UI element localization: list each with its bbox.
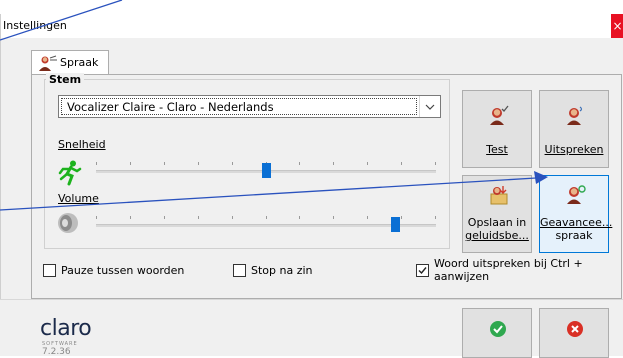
slider-tick — [96, 216, 97, 219]
voice-select-value: Vocalizer Claire - Claro - Nederlands — [67, 100, 274, 114]
slider-tick — [401, 216, 402, 219]
desktop-background-strip — [0, 0, 623, 14]
tab-spraak[interactable]: Spraak — [31, 50, 109, 75]
volume-slider-track — [96, 224, 436, 227]
speak-word-label-line1: Woord uitspreken bij Ctrl + — [434, 257, 583, 270]
speak-word-label-line2: aanwijzen — [434, 270, 490, 283]
red-cross-icon — [566, 320, 584, 341]
ok-button[interactable] — [462, 308, 532, 358]
slider-tick — [367, 162, 368, 165]
person-check-icon — [488, 105, 510, 130]
volume-slider-thumb[interactable] — [391, 217, 400, 232]
close-button[interactable]: × — [611, 14, 623, 38]
slider-tick — [367, 216, 368, 219]
tab-label: Spraak — [60, 56, 99, 69]
speed-label: Snelheid — [58, 138, 106, 151]
stop-after-sentence-checkbox[interactable] — [233, 264, 246, 277]
speed-slider[interactable] — [96, 160, 436, 182]
slider-tick — [435, 162, 436, 165]
tab-strip: Spraak — [1, 50, 623, 75]
save-to-audio-label: Opslaan in geluidsbe... — [465, 216, 529, 242]
voice-select[interactable]: Vocalizer Claire - Claro - Nederlands — [58, 95, 441, 118]
slider-tick — [333, 162, 334, 165]
test-button[interactable]: Test — [462, 90, 532, 168]
volume-label: Volume — [58, 192, 99, 205]
person-advanced-icon — [565, 184, 587, 209]
close-icon: × — [612, 19, 623, 33]
speak-button[interactable]: Uitspreken — [539, 90, 609, 168]
slider-tick — [232, 216, 233, 219]
slider-tick — [198, 216, 199, 219]
stem-group-title: Stem — [46, 73, 85, 86]
slider-tick — [401, 162, 402, 165]
speed-slider-thumb[interactable] — [262, 163, 271, 178]
slider-tick — [266, 216, 267, 219]
voice-select-focus: Vocalizer Claire - Claro - Nederlands — [61, 98, 417, 115]
pause-between-words-checkbox[interactable] — [43, 264, 56, 277]
speak-button-label: Uitspreken — [544, 143, 604, 156]
volume-slider[interactable] — [96, 214, 436, 236]
checkmark-icon — [418, 267, 427, 275]
advanced-speech-button[interactable]: Geavancee... spraak — [539, 175, 613, 253]
slider-tick — [164, 216, 165, 219]
save-audio-icon — [488, 184, 510, 209]
window-title: Instellingen — [3, 19, 67, 32]
test-button-label: Test — [486, 143, 508, 156]
speak-word-checkbox[interactable] — [416, 264, 429, 277]
cancel-button[interactable] — [539, 308, 609, 358]
save-to-audio-button[interactable]: Opslaan in geluidsbe... — [462, 175, 532, 253]
advanced-speech-label: Geavancee... spraak — [540, 216, 613, 242]
chevron-down-icon — [425, 104, 435, 110]
slider-tick — [333, 216, 334, 219]
loudspeaker-icon — [56, 211, 82, 238]
running-man-icon — [58, 160, 82, 189]
slider-tick — [435, 216, 436, 219]
stop-after-sentence-label: Stop na zin — [251, 264, 313, 277]
title-bar: Instellingen × — [1, 14, 623, 38]
pause-between-words-label: Pauze tussen woorden — [61, 264, 185, 277]
slider-tick — [299, 216, 300, 219]
green-check-icon — [489, 320, 507, 341]
voice-select-dropdown[interactable] — [419, 96, 440, 117]
speaker-person-icon — [38, 55, 58, 74]
slider-tick — [130, 216, 131, 219]
claro-logo: claro — [40, 316, 92, 341]
slider-tick — [130, 162, 131, 165]
slider-tick — [198, 162, 199, 165]
speak-word-on-hover-option[interactable]: Woord uitspreken bij Ctrl + aanwijzen — [416, 256, 621, 284]
slider-tick — [96, 162, 97, 165]
slider-tick — [164, 162, 165, 165]
slider-tick — [299, 162, 300, 165]
slider-tick — [232, 162, 233, 165]
dialog-footer: claro SOFTWARE 7.2.36 — [0, 300, 623, 358]
person-speak-icon — [565, 105, 587, 130]
